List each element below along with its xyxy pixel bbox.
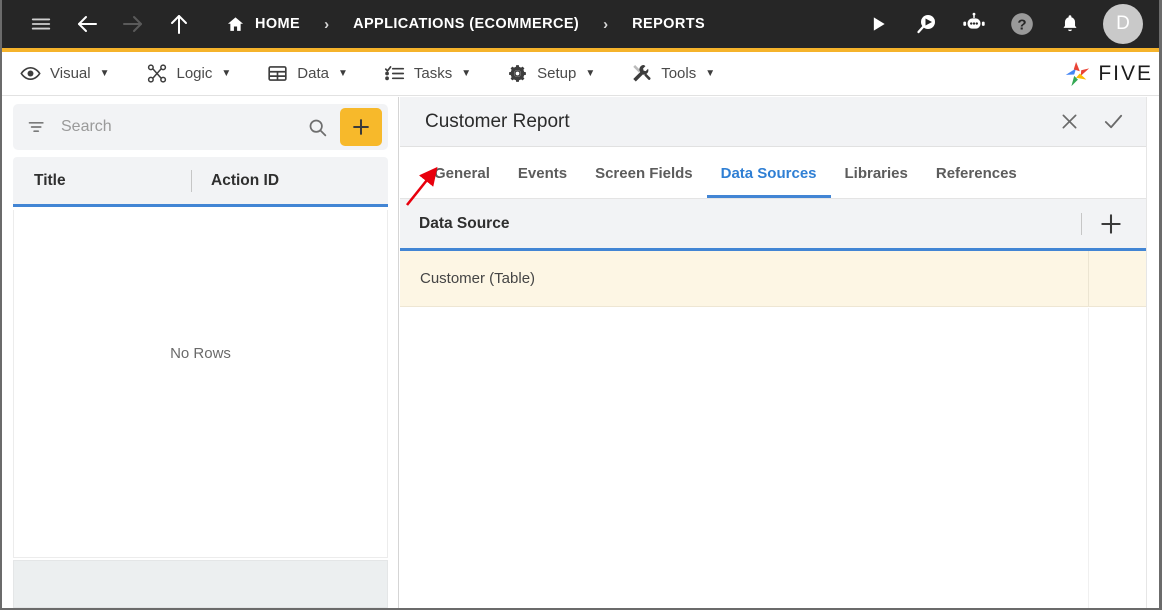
empty-state-message: No Rows (170, 345, 231, 362)
eye-icon (20, 63, 41, 84)
tab-general[interactable]: General (420, 165, 504, 198)
cell-data-source: Customer (Table) (420, 270, 536, 287)
five-logo-text: FIVE (1098, 61, 1153, 85)
menu-item-data[interactable]: Data ▼ (267, 63, 348, 84)
application-menu-bar: Visual ▼ Logic ▼ Data ▼ Tasks ▼ Setup ▼ … (2, 52, 1159, 96)
data-source-grid-header: Data Source (400, 199, 1146, 251)
help-icon[interactable]: ? (1003, 5, 1041, 43)
top-navigation-bar: HOME › APPLICATIONS (ECOMMERCE) › REPORT… (2, 0, 1159, 52)
tab-screen-fields[interactable]: Screen Fields (581, 165, 707, 198)
user-avatar[interactable]: D (1103, 4, 1143, 44)
menu-item-tools[interactable]: Tools ▼ (631, 63, 715, 84)
home-icon (226, 15, 245, 34)
gear-icon (507, 63, 528, 84)
chevron-down-icon: ▼ (705, 67, 716, 79)
search-icon[interactable] (299, 117, 336, 138)
breadcrumb-item-applications[interactable]: APPLICATIONS (ECOMMERCE) (349, 16, 583, 32)
back-arrow-icon[interactable] (70, 7, 104, 41)
menu-item-label: Data (297, 65, 329, 82)
breadcrumb-item-home[interactable]: HOME (222, 15, 304, 34)
run-icon[interactable] (859, 5, 897, 43)
table-grid-icon (267, 63, 288, 84)
menu-item-tasks[interactable]: Tasks ▼ (384, 63, 471, 84)
menu-item-logic[interactable]: Logic ▼ (146, 63, 232, 84)
grid-column-divider (1088, 308, 1089, 608)
hamburger-menu-icon[interactable] (24, 7, 58, 41)
menu-item-setup[interactable]: Setup ▼ (507, 63, 595, 84)
breadcrumb-label: HOME (255, 16, 301, 32)
close-icon[interactable] (1054, 107, 1084, 137)
logic-nodes-icon (146, 63, 168, 84)
add-plus-icon (350, 116, 372, 138)
column-header-data-source[interactable]: Data Source (419, 215, 509, 233)
column-header-action-id[interactable]: Action ID (192, 172, 279, 190)
chevron-down-icon: ▼ (461, 67, 472, 79)
add-data-source-button[interactable] (1098, 211, 1124, 237)
menu-item-label: Logic (176, 65, 213, 82)
tools-icon (631, 63, 652, 84)
tab-libraries[interactable]: Libraries (831, 165, 922, 198)
five-logo: FIVE (1062, 60, 1153, 88)
detail-header: Customer Report (400, 97, 1146, 147)
page-title: Customer Report (425, 110, 570, 132)
breadcrumb-label: APPLICATIONS (ECOMMERCE) (353, 16, 580, 32)
app-window: HOME › APPLICATIONS (ECOMMERCE) › REPORT… (0, 0, 1162, 610)
breadcrumb-separator: › (603, 15, 609, 33)
menu-item-label: Tools (661, 65, 697, 82)
list-footer (13, 560, 388, 608)
search-input[interactable] (47, 117, 299, 137)
chat-bot-icon[interactable] (955, 5, 993, 43)
menu-item-visual[interactable]: Visual ▼ (20, 63, 110, 84)
svg-text:?: ? (1017, 16, 1026, 33)
checklist-icon (384, 63, 405, 84)
table-row[interactable]: Customer (Table) (400, 251, 1146, 307)
data-source-grid-body (400, 308, 1146, 608)
detail-header-actions (1054, 107, 1128, 137)
menu-item-label: Tasks (413, 65, 453, 82)
up-arrow-icon[interactable] (162, 7, 196, 41)
chevron-down-icon: ▼ (337, 67, 348, 79)
list-body: No Rows (13, 210, 388, 558)
chevron-down-icon: ▼ (585, 67, 596, 79)
detail-panel: Customer Report General Events Screen Fi… (400, 97, 1146, 608)
column-header-title[interactable]: Title (13, 172, 191, 190)
tab-events[interactable]: Events (504, 165, 581, 198)
left-list-panel: Title Action ID No Rows (2, 97, 399, 608)
breadcrumb-item-reports[interactable]: REPORTS (628, 16, 709, 32)
search-video-icon[interactable] (907, 5, 945, 43)
menu-item-label: Setup (537, 65, 577, 82)
top-bar-actions: ? D (859, 4, 1143, 44)
filter-icon[interactable] (27, 117, 47, 137)
menu-item-label: Visual (50, 65, 91, 82)
five-pinwheel-icon (1062, 60, 1092, 88)
vertical-scrollbar[interactable] (1146, 97, 1159, 608)
tab-data-sources[interactable]: Data Sources (706, 165, 831, 198)
forward-arrow-icon (116, 7, 150, 41)
confirm-check-icon[interactable] (1098, 107, 1128, 137)
breadcrumb-separator: › (324, 15, 330, 33)
column-divider (1081, 212, 1082, 235)
chevron-down-icon: ▼ (99, 67, 110, 79)
tab-references[interactable]: References (922, 165, 1031, 198)
notifications-bell-icon[interactable] (1051, 5, 1089, 43)
breadcrumb-label: REPORTS (632, 16, 706, 32)
row-column-divider (1088, 251, 1089, 306)
list-column-headers: Title Action ID (13, 157, 388, 207)
chevron-down-icon: ▼ (221, 67, 232, 79)
search-bar (13, 104, 388, 150)
add-record-button[interactable] (340, 108, 382, 146)
detail-tabs: General Events Screen Fields Data Source… (400, 147, 1146, 199)
